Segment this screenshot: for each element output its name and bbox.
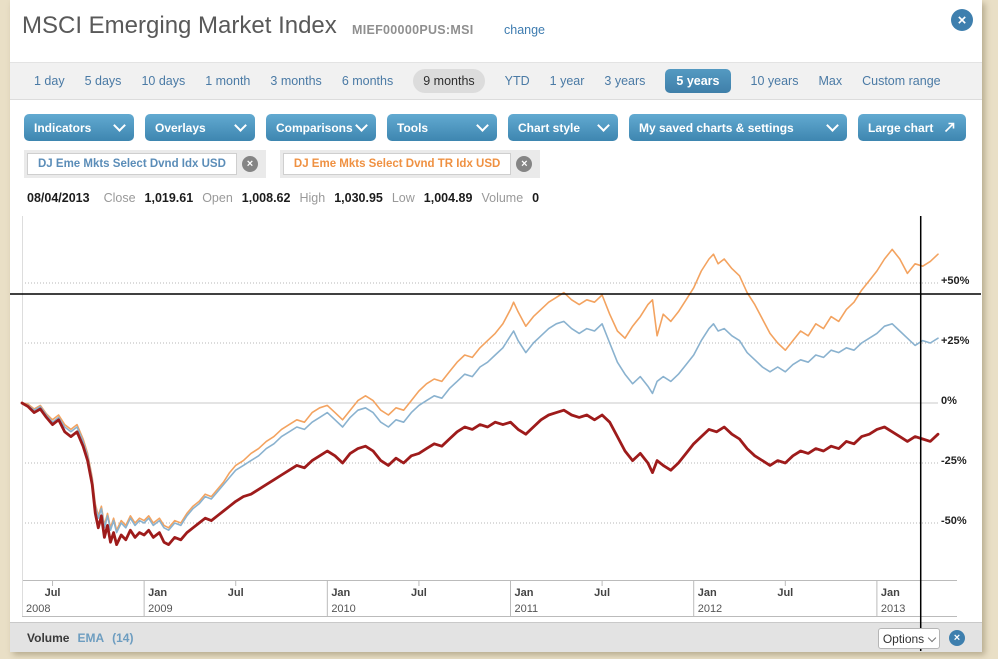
toolbar-button-label: Tools xyxy=(397,120,429,135)
range-tab-5-years[interactable]: 5 years xyxy=(665,69,731,93)
quote-row: 08/04/2013 Close 1,019.61 Open 1,008.62 High… xyxy=(27,191,539,205)
change-security-link[interactable]: change xyxy=(504,23,545,37)
chart-toolbar: Indicators Overlays Comparisons Tools Chart … xyxy=(24,114,966,141)
toolbar-button-label: Large chart xyxy=(868,120,934,135)
quote-field-label: Low xyxy=(391,191,415,205)
quote-field-value: 0 xyxy=(532,191,540,205)
quote-field-value: 1,004.89 xyxy=(423,191,473,205)
volume-label: Volume xyxy=(27,630,70,645)
range-tab-10-years[interactable]: 10 years xyxy=(751,74,799,88)
range-tab-10-days[interactable]: 10 days xyxy=(141,74,185,88)
chevron-down-icon xyxy=(927,633,937,642)
y-axis-label: 0% xyxy=(941,395,957,407)
range-tab-3-months[interactable]: 3 months xyxy=(270,74,321,88)
close-icon[interactable]: × xyxy=(951,9,973,31)
toolbar-button-tools[interactable]: Tools xyxy=(387,114,497,141)
page-title: MSCI Emerging Market Index xyxy=(22,12,337,39)
range-tab-custom-range[interactable]: Custom range xyxy=(862,74,941,88)
close-volume-icon[interactable]: × xyxy=(949,630,965,646)
range-tab-ytd[interactable]: YTD xyxy=(505,74,530,88)
range-tab-6-months[interactable]: 6 months xyxy=(342,74,393,88)
chevron-down-icon xyxy=(113,119,126,132)
chevron-down-icon xyxy=(597,119,610,132)
toolbar-button-label: Indicators xyxy=(34,120,92,135)
ema-link[interactable]: EMA xyxy=(77,631,104,645)
quote-field-value: 1,008.62 xyxy=(241,191,291,205)
toolbar-button-label: Overlays xyxy=(155,120,206,135)
quote-field-label: Open xyxy=(202,191,233,205)
volume-pane-bar: Volume EMA (14) xyxy=(10,622,982,652)
range-tab-9-months[interactable]: 9 months xyxy=(413,69,485,93)
chevron-down-icon xyxy=(476,119,489,132)
range-tab-3-years[interactable]: 3 years xyxy=(604,74,645,88)
toolbar-button-comparisons[interactable]: Comparisons xyxy=(266,114,376,141)
quote-field-label: Close xyxy=(103,191,136,205)
range-tab-1-month[interactable]: 1 month xyxy=(205,74,250,88)
quote-date: 08/04/2013 xyxy=(27,191,90,205)
range-tab-max[interactable]: Max xyxy=(818,74,842,88)
quote-field-label: High xyxy=(299,191,326,205)
toolbar-button-my-saved-charts-settings[interactable]: My saved charts & settings xyxy=(629,114,847,141)
y-axis-label: -25% xyxy=(941,455,967,467)
chevron-down-icon xyxy=(234,119,247,132)
remove-comparison-icon[interactable]: × xyxy=(516,156,533,172)
toolbar-button-large-chart[interactable]: Large chart xyxy=(858,114,966,141)
y-axis-label: -50% xyxy=(941,515,967,527)
toolbar-button-overlays[interactable]: Overlays xyxy=(145,114,255,141)
quote-field-label: Volume xyxy=(481,191,524,205)
ema-parameter: (14) xyxy=(112,630,134,645)
comparison-tags: DJ Eme Mkts Select Dvnd Idx USD × DJ Eme M… xyxy=(24,150,541,178)
toolbar-button-label: Chart style xyxy=(518,120,581,135)
y-axis-label: +25% xyxy=(941,335,970,347)
comparison-tag-label: DJ Eme Mkts Select Dvnd Idx USD xyxy=(27,153,237,175)
range-tab-1-year[interactable]: 1 year xyxy=(550,74,585,88)
date-range-tabs: 1 day 5 days 10 days 1 month 3 months 6 month… xyxy=(10,62,982,100)
toolbar-button-label: Comparisons xyxy=(276,120,353,135)
chart-window: MSCI Emerging Market Index MIEF00000PUS:… xyxy=(0,0,998,659)
toolbar-button-chart-style[interactable]: Chart style xyxy=(508,114,618,141)
remove-comparison-icon[interactable]: × xyxy=(241,156,258,172)
chevron-down-icon xyxy=(355,119,368,132)
y-axis-label: +50% xyxy=(941,275,970,287)
toolbar-button-label: My saved charts & settings xyxy=(639,120,794,135)
toolbar-button-indicators[interactable]: Indicators xyxy=(24,114,134,141)
chevron-down-icon xyxy=(826,119,839,132)
comparison-tag: DJ Eme Mkts Select Dvnd TR Idx USD × xyxy=(279,150,541,178)
comparison-tag-label: DJ Eme Mkts Select Dvnd TR Idx USD xyxy=(282,153,512,175)
diagonal-arrow-icon xyxy=(944,122,955,133)
options-button-label: Options xyxy=(882,631,925,646)
ticker-symbol: MIEF00000PUS:MSI xyxy=(352,23,474,37)
options-button[interactable]: Options xyxy=(878,628,940,649)
quote-field-value: 1,030.95 xyxy=(334,191,383,205)
quote-field-value: 1,019.61 xyxy=(144,191,194,205)
comparison-tag: DJ Eme Mkts Select Dvnd Idx USD × xyxy=(24,150,266,178)
range-tab-5-days[interactable]: 5 days xyxy=(85,74,122,88)
range-tab-1-day[interactable]: 1 day xyxy=(34,74,65,88)
